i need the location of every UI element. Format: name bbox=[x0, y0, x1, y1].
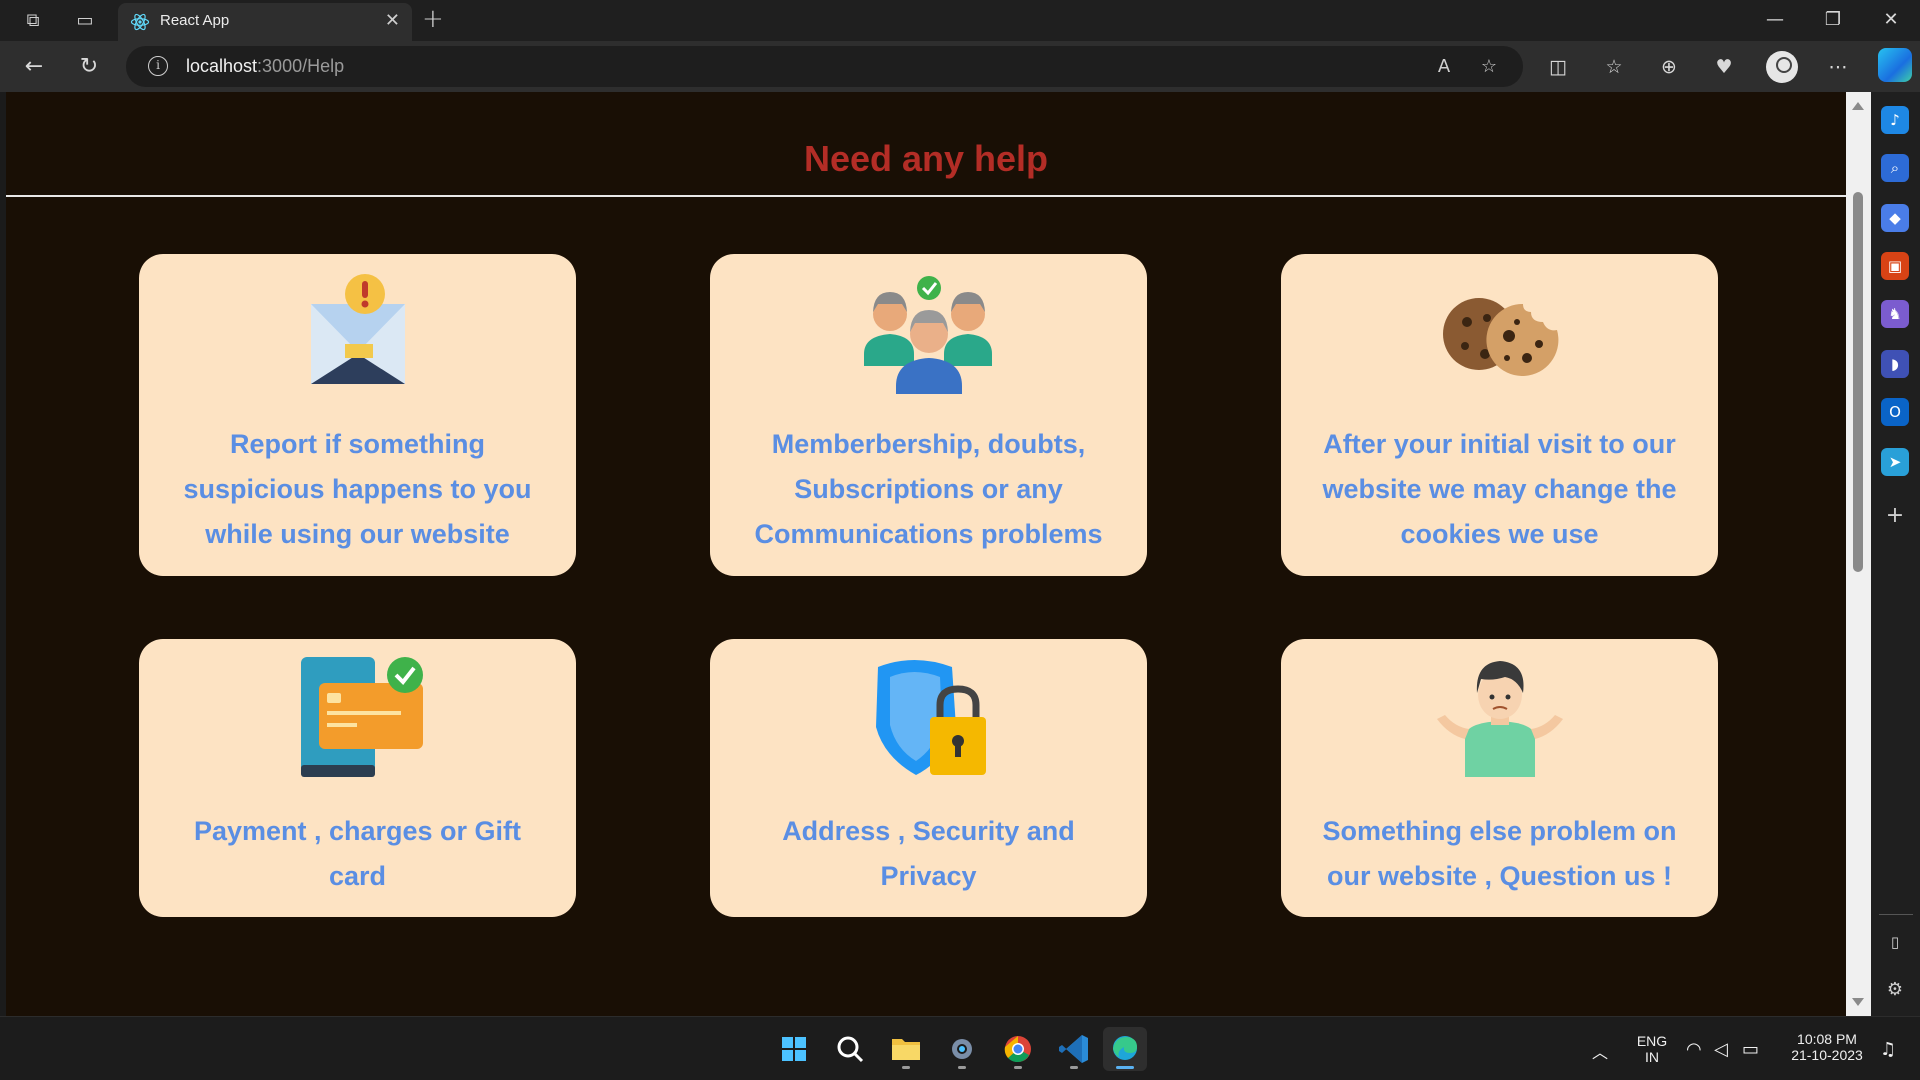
running-indicator bbox=[958, 1066, 966, 1069]
shield-lock-icon bbox=[875, 660, 986, 775]
browser-essentials-icon[interactable]: ♥ bbox=[1708, 51, 1740, 83]
help-card-text: Address , Security and Privacy bbox=[782, 816, 1075, 891]
copilot-icon[interactable] bbox=[1878, 48, 1912, 82]
battery-icon[interactable]: ▭ bbox=[1742, 1039, 1759, 1060]
scroll-thumb[interactable] bbox=[1853, 192, 1863, 572]
running-indicator bbox=[1070, 1066, 1078, 1069]
tools-icon[interactable]: ▣ bbox=[1881, 252, 1909, 280]
favorite-star-icon[interactable]: ☆ bbox=[1476, 54, 1502, 80]
cookies-icon bbox=[1442, 298, 1558, 376]
search-icon[interactable]: ⌕ bbox=[1881, 154, 1909, 182]
address-url[interactable]: localhost:3000/Help bbox=[186, 56, 344, 77]
back-arrow-icon[interactable]: ← bbox=[18, 51, 50, 83]
windows-taskbar: ︿ ENG IN ◠ ◁ ▭ 10:08 PM 21-10-2023 ♫ bbox=[0, 1016, 1920, 1080]
shopping-tag-icon[interactable]: ◆ bbox=[1881, 204, 1909, 232]
file-explorer-icon[interactable] bbox=[884, 1027, 928, 1071]
help-card-security[interactable]: Address , Security and Privacy bbox=[710, 639, 1147, 917]
help-card-text: After your initial visit to our website … bbox=[1322, 429, 1677, 549]
react-logo-icon bbox=[130, 13, 150, 31]
scroll-down-icon[interactable] bbox=[1852, 998, 1864, 1006]
favorites-icon[interactable]: ☆ bbox=[1598, 51, 1630, 83]
region-code: IN bbox=[1645, 1049, 1659, 1065]
chrome-icon[interactable] bbox=[996, 1027, 1040, 1071]
address-bar[interactable]: i localhost:3000/Help A ☆ bbox=[126, 46, 1523, 87]
tab-title: React App bbox=[160, 12, 230, 29]
notification-bell-icon[interactable]: ♪ bbox=[1881, 106, 1909, 134]
chevron-up-icon[interactable]: ︿ bbox=[1592, 1039, 1608, 1063]
split-screen-icon[interactable]: ◫ bbox=[1542, 51, 1574, 83]
settings-gear-icon[interactable]: ⚙ bbox=[1881, 976, 1909, 1004]
edge-sidebar: ♪ ⌕ ◆ ▣ ♞ ◗ O ➤ + ▯ ⚙ bbox=[1871, 92, 1920, 1016]
group-users-icon bbox=[863, 276, 992, 394]
profile-avatar[interactable] bbox=[1766, 51, 1798, 83]
wifi-icon[interactable]: ◠ bbox=[1686, 1039, 1702, 1060]
settings-gear-icon[interactable] bbox=[940, 1027, 984, 1071]
workspaces-icon[interactable]: ⧉ bbox=[20, 8, 46, 34]
help-card-membership[interactable]: Memberbership, doubts, Subscriptions or … bbox=[710, 254, 1147, 576]
games-icon[interactable]: ♞ bbox=[1881, 300, 1909, 328]
help-card-cookies[interactable]: After your initial visit to our website … bbox=[1281, 254, 1718, 576]
language-code: ENG bbox=[1636, 1033, 1668, 1049]
new-tab-button[interactable]: + bbox=[422, 4, 444, 34]
restore-button[interactable]: ❐ bbox=[1810, 4, 1856, 36]
hide-sidebar-icon[interactable]: ▯ bbox=[1881, 928, 1909, 956]
browser-toolbar: ← ↻ i localhost:3000/Help A ☆ ◫ ☆ ⊕ ♥ ⋯ bbox=[0, 41, 1920, 92]
envelope-alert-icon bbox=[310, 274, 405, 384]
sidebar-divider bbox=[1879, 914, 1913, 915]
running-indicator bbox=[1014, 1066, 1022, 1069]
refresh-icon[interactable]: ↻ bbox=[73, 51, 105, 83]
help-card-text: Report if something suspicious happens t… bbox=[183, 429, 532, 549]
minimize-button[interactable]: — bbox=[1752, 4, 1798, 36]
browser-titlebar: ⧉ ▭ React App ✕ + — ❐ ✕ bbox=[0, 0, 1920, 41]
read-aloud-icon[interactable]: A bbox=[1431, 54, 1457, 80]
help-card-report[interactable]: Report if something suspicious happens t… bbox=[139, 254, 576, 576]
page-viewport: Need any help Report if something suspic… bbox=[6, 92, 1846, 1016]
outlook-icon[interactable]: O bbox=[1881, 398, 1909, 426]
running-indicator bbox=[1116, 1066, 1134, 1069]
help-card-payment[interactable]: Payment , charges or Gift card bbox=[139, 639, 576, 917]
language-indicator[interactable]: ENG IN bbox=[1632, 1033, 1672, 1065]
close-tab-icon[interactable]: ✕ bbox=[385, 10, 400, 31]
clock-date: 21-10-2023 bbox=[1791, 1047, 1863, 1063]
payment-card-icon bbox=[300, 657, 423, 777]
add-sidebar-app-icon[interactable]: + bbox=[1881, 502, 1909, 530]
windows-start-icon[interactable] bbox=[772, 1027, 816, 1071]
clock-time: 10:08 PM bbox=[1797, 1031, 1857, 1047]
close-window-button[interactable]: ✕ bbox=[1868, 4, 1914, 36]
tab-react-app[interactable]: React App ✕ bbox=[118, 3, 412, 41]
help-card-text: Something else problem on our website , … bbox=[1322, 816, 1677, 891]
site-info-icon[interactable]: i bbox=[148, 56, 168, 76]
help-card-text: Memberbership, doubts, Subscriptions or … bbox=[754, 429, 1103, 549]
edge-browser-icon[interactable] bbox=[1103, 1027, 1147, 1071]
notification-bell-icon[interactable]: ♫ bbox=[1880, 1039, 1896, 1060]
confused-person-icon bbox=[1436, 661, 1563, 777]
tab-actions-icon[interactable]: ▭ bbox=[72, 8, 98, 34]
volume-icon[interactable]: ◁ bbox=[1714, 1039, 1728, 1060]
send-icon[interactable]: ➤ bbox=[1881, 448, 1909, 476]
collections-icon[interactable]: ⊕ bbox=[1653, 51, 1685, 83]
page-title: Need any help bbox=[803, 138, 1049, 179]
clock[interactable]: 10:08 PM 21-10-2023 bbox=[1782, 1031, 1872, 1063]
page-scrollbar[interactable] bbox=[1846, 92, 1871, 1016]
help-card-other[interactable]: Something else problem on our website , … bbox=[1281, 639, 1718, 917]
office-icon[interactable]: ◗ bbox=[1881, 350, 1909, 378]
search-icon[interactable] bbox=[828, 1027, 872, 1071]
scroll-up-icon[interactable] bbox=[1852, 102, 1864, 110]
running-indicator bbox=[902, 1066, 910, 1069]
more-options-icon[interactable]: ⋯ bbox=[1822, 51, 1854, 83]
vscode-icon[interactable] bbox=[1052, 1027, 1096, 1071]
help-card-text: Payment , charges or Gift card bbox=[193, 816, 522, 891]
title-divider bbox=[6, 195, 1846, 197]
